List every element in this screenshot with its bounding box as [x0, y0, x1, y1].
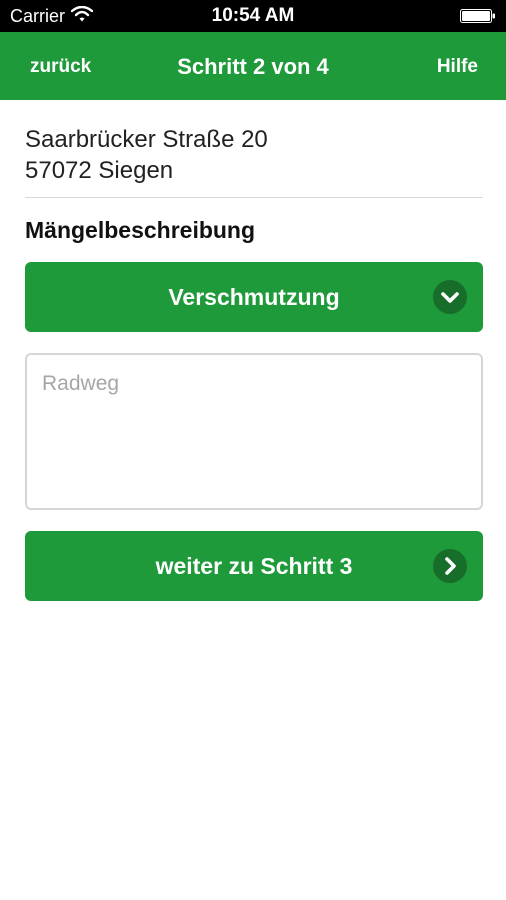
address-street: Saarbrücker Straße 20: [25, 126, 268, 153]
description-textarea[interactable]: Radweg: [25, 353, 483, 510]
nav-bar: zurück Schritt 2 von 4 Hilfe: [0, 32, 506, 100]
category-dropdown-label: Verschmutzung: [168, 284, 340, 310]
divider: [25, 197, 483, 198]
page-title: Schritt 2 von 4: [177, 54, 329, 79]
category-dropdown[interactable]: Verschmutzung: [25, 262, 483, 332]
status-bar: Carrier 10:54 AM: [0, 0, 506, 32]
description-placeholder: Radweg: [42, 372, 120, 395]
battery-icon: [460, 9, 496, 23]
address-block: Saarbrücker Straße 20 57072 Siegen: [25, 124, 268, 186]
address-city: 57072 Siegen: [25, 157, 174, 184]
next-step-label: weiter zu Schritt 3: [155, 553, 353, 579]
section-title: Mängelbeschreibung: [25, 217, 256, 243]
status-time: 10:54 AM: [211, 5, 295, 26]
chevron-right-circle-icon: [433, 549, 467, 583]
next-step-button[interactable]: weiter zu Schritt 3: [25, 531, 483, 601]
help-button[interactable]: Hilfe: [437, 56, 478, 78]
chevron-down-circle-icon: [433, 280, 467, 314]
